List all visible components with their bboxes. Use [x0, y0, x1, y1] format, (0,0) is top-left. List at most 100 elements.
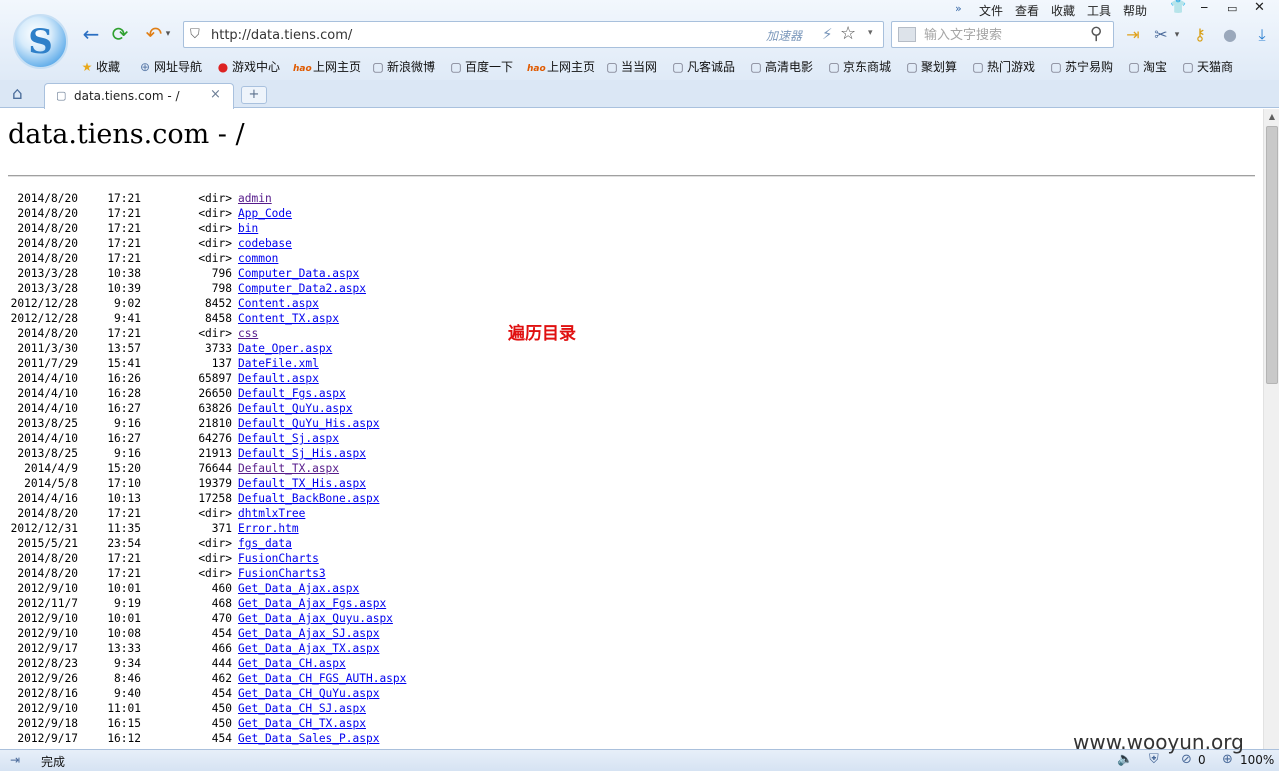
- entry-link[interactable]: Default_TX_His.aspx: [238, 476, 366, 491]
- entry-link[interactable]: Default_QuYu.aspx: [238, 401, 353, 416]
- bookmark-item[interactable]: ▢ 高清电影: [749, 58, 813, 76]
- bookmark-item[interactable]: ▢ 当当网: [605, 58, 657, 76]
- security-icon[interactable]: ⛨: [1149, 752, 1159, 767]
- entry-link[interactable]: FusionCharts3: [238, 566, 326, 581]
- entry-link[interactable]: Get_Data_Ajax.aspx: [238, 581, 359, 596]
- entry-link[interactable]: Default.aspx: [238, 371, 319, 386]
- entry-link[interactable]: css: [238, 326, 258, 341]
- bookmark-label: 高清电影: [765, 60, 814, 74]
- search-icon[interactable]: ⚲: [1090, 24, 1102, 44]
- entry-size: 3733: [205, 342, 232, 355]
- chevron-down-icon[interactable]: ▾: [1172, 24, 1182, 46]
- entry-link[interactable]: common: [238, 251, 278, 266]
- refresh-button[interactable]: ⟳: [108, 22, 132, 46]
- entry-link[interactable]: bin: [238, 221, 258, 236]
- entry-link[interactable]: DateFile.xml: [238, 356, 319, 371]
- skin-icon[interactable]: 👕: [1170, 0, 1186, 15]
- entry-link[interactable]: Default_Sj.aspx: [238, 431, 339, 446]
- entry-link[interactable]: Default_TX.aspx: [238, 461, 339, 476]
- bookmark-item[interactable]: hao上网主页: [293, 58, 361, 76]
- scissors-icon[interactable]: ✂: [1150, 24, 1172, 46]
- back-button[interactable]: ←: [79, 22, 103, 46]
- bookmark-item[interactable]: ▢ 凡客诚品: [671, 58, 735, 76]
- entry-link[interactable]: Get_Data_Ajax_Fgs.aspx: [238, 596, 386, 611]
- entry-link[interactable]: Default_Fgs.aspx: [238, 386, 346, 401]
- speaker-icon[interactable]: 🔈: [1117, 752, 1133, 767]
- chevron-down-icon[interactable]: ▾: [868, 28, 873, 38]
- menu-tools[interactable]: 工具: [1087, 2, 1111, 19]
- entry-size: 470: [211, 612, 232, 625]
- bookmark-item[interactable]: ▢ 热门游戏: [971, 58, 1035, 76]
- entry-link[interactable]: Error.htm: [238, 521, 299, 536]
- entry-link[interactable]: Get_Data_CH_FGS_AUTH.aspx: [238, 671, 406, 686]
- scroll-thumb[interactable]: [1266, 126, 1278, 384]
- entry-link[interactable]: Computer_Data2.aspx: [238, 281, 366, 296]
- entry-date: 2014/8/20: [17, 327, 78, 340]
- menu-more-icon[interactable]: »: [955, 2, 962, 15]
- entry-link[interactable]: Get_Data_Ajax_TX.aspx: [238, 641, 379, 656]
- chevron-down-icon[interactable]: ▾: [163, 22, 173, 46]
- search-engine-icon[interactable]: [898, 27, 916, 42]
- bookmark-item[interactable]: ▢ 苏宁易购: [1049, 58, 1113, 76]
- entry-link[interactable]: Get_Data_Ajax_Quyu.aspx: [238, 611, 393, 626]
- entry-link[interactable]: Content_TX.aspx: [238, 311, 339, 326]
- bookmark-item[interactable]: ▢ 百度一下: [449, 58, 513, 76]
- entry-date: 2012/9/17: [17, 642, 78, 655]
- bookmark-item[interactable]: ▢ 天猫商: [1181, 58, 1233, 76]
- entry-link[interactable]: Date_Oper.aspx: [238, 341, 332, 356]
- entry-link[interactable]: codebase: [238, 236, 292, 251]
- tab-active[interactable]: ▢ data.tiens.com - / ×: [44, 83, 234, 109]
- entry-link[interactable]: dhtmlxTree: [238, 506, 305, 521]
- accelerator-button[interactable]: 加速器: [766, 27, 802, 44]
- entry-link[interactable]: Computer_Data.aspx: [238, 266, 359, 281]
- entry-link[interactable]: Get_Data_CH_QuYu.aspx: [238, 686, 379, 701]
- entry-link[interactable]: Get_Data_Sales_P.aspx: [238, 731, 379, 746]
- entry-time: 23:54: [107, 537, 141, 550]
- bookmark-item[interactable]: ⊕ 网址导航: [138, 58, 202, 76]
- zoom-icon[interactable]: ⊕: [1222, 752, 1233, 767]
- new-tab-button[interactable]: +: [241, 86, 267, 104]
- bolt-icon[interactable]: ⚡: [822, 25, 833, 43]
- sidebar-toggle-icon[interactable]: ⇥: [10, 753, 20, 767]
- bookmark-item[interactable]: ▢ 新浪微博: [371, 58, 435, 76]
- star-icon[interactable]: ☆: [840, 23, 856, 44]
- entry-link[interactable]: Content.aspx: [238, 296, 319, 311]
- minimize-icon[interactable]: ⎯: [1201, 0, 1208, 15]
- entry-link[interactable]: Defualt_BackBone.aspx: [238, 491, 379, 506]
- entry-link[interactable]: FusionCharts: [238, 551, 319, 566]
- bookmark-item[interactable]: ▢ 京东商城: [827, 58, 891, 76]
- zoom-level[interactable]: 100%: [1240, 753, 1274, 767]
- menu-view[interactable]: 查看: [1015, 2, 1039, 19]
- entry-link[interactable]: Default_QuYu_His.aspx: [238, 416, 379, 431]
- bookmark-item[interactable]: ● 游戏中心: [216, 58, 280, 76]
- entry-link[interactable]: Get_Data_Ajax_SJ.aspx: [238, 626, 379, 641]
- entry-link[interactable]: Get_Data_CH_SJ.aspx: [238, 701, 366, 716]
- login-icon[interactable]: ⇥: [1122, 24, 1144, 46]
- scroll-up-icon[interactable]: ▲: [1264, 109, 1279, 125]
- entry-link[interactable]: App_Code: [238, 206, 292, 221]
- search-input[interactable]: [924, 26, 1084, 44]
- menu-favorites[interactable]: 收藏: [1051, 2, 1075, 19]
- key-icon[interactable]: ⚷: [1189, 24, 1211, 46]
- bookmark-item[interactable]: ▢ 聚划算: [905, 58, 957, 76]
- bookmark-label: 网址导航: [154, 60, 203, 74]
- bookmark-item[interactable]: hao上网主页: [527, 58, 595, 76]
- entry-link[interactable]: Default_Sj_His.aspx: [238, 446, 366, 461]
- home-icon[interactable]: ⌂: [12, 84, 23, 104]
- menu-help[interactable]: 帮助: [1123, 2, 1147, 19]
- entry-link[interactable]: Get_Data_CH_TX.aspx: [238, 716, 366, 731]
- vertical-scrollbar[interactable]: ▲: [1263, 109, 1279, 749]
- download-icon[interactable]: ⤓: [1251, 24, 1273, 46]
- maximize-icon[interactable]: ▭: [1227, 2, 1237, 15]
- bookmark-item[interactable]: ▢ 淘宝: [1127, 58, 1167, 76]
- adblock-icon[interactable]: ⊘: [1181, 752, 1192, 767]
- entry-link[interactable]: admin: [238, 191, 272, 206]
- menu-file[interactable]: 文件: [979, 2, 1003, 19]
- close-tab-icon[interactable]: ×: [210, 87, 221, 102]
- entry-link[interactable]: Get_Data_CH.aspx: [238, 656, 346, 671]
- entry-link[interactable]: fgs_data: [238, 536, 292, 551]
- bookmark-item[interactable]: ★ 收藏: [80, 58, 120, 76]
- close-window-icon[interactable]: ✕: [1254, 0, 1265, 15]
- url-input[interactable]: [211, 26, 751, 44]
- more-icon[interactable]: ●: [1219, 24, 1241, 46]
